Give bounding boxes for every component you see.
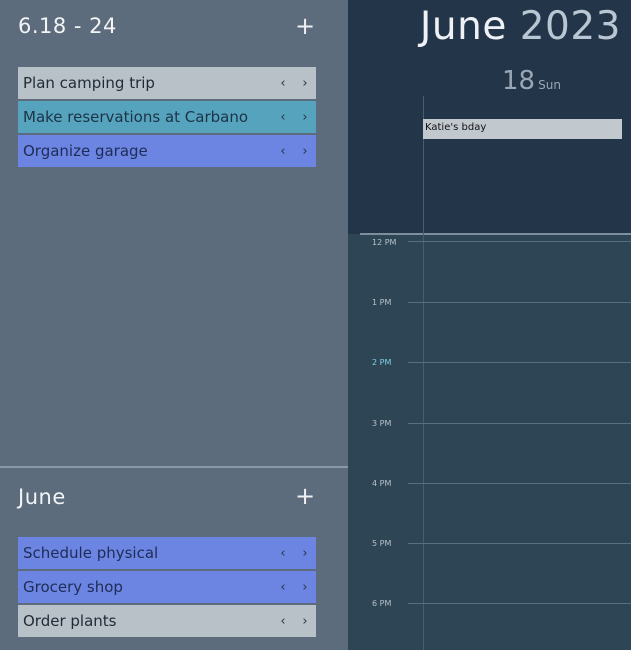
chevron-right-icon[interactable]: › bbox=[294, 76, 316, 91]
month-title: June bbox=[18, 485, 66, 509]
hour-line bbox=[408, 302, 631, 303]
task-label: Organize garage bbox=[23, 142, 148, 160]
task-item[interactable]: Order plants ‹ › bbox=[18, 605, 316, 637]
hour-line bbox=[408, 423, 631, 424]
add-month-task-button[interactable]: + bbox=[291, 482, 319, 510]
time-label: 12 PM bbox=[372, 238, 397, 247]
chevron-right-icon[interactable]: › bbox=[294, 110, 316, 125]
all-day-event[interactable]: Katie's bday bbox=[423, 119, 622, 139]
task-item[interactable]: Organize garage ‹ › bbox=[18, 135, 316, 167]
chevron-left-icon[interactable]: ‹ bbox=[272, 614, 294, 629]
chevron-right-icon[interactable]: › bbox=[294, 144, 316, 159]
task-label: Order plants bbox=[23, 612, 117, 630]
task-item[interactable]: Grocery shop ‹ › bbox=[18, 571, 316, 603]
day-name: Sun bbox=[538, 78, 561, 92]
chevron-left-icon[interactable]: ‹ bbox=[272, 144, 294, 159]
day-number: 18 bbox=[502, 66, 536, 96]
time-label: 3 PM bbox=[372, 419, 392, 428]
current-time-label: 2 PM bbox=[372, 358, 392, 367]
task-item[interactable]: Make reservations at Carbano ‹ › bbox=[18, 101, 316, 133]
time-label: 6 PM bbox=[372, 599, 392, 608]
day-header[interactable]: 18 Sun bbox=[502, 66, 561, 96]
add-week-task-button[interactable]: + bbox=[291, 12, 319, 40]
hour-line bbox=[408, 362, 631, 363]
task-label: Schedule physical bbox=[23, 544, 159, 562]
chevron-left-icon[interactable]: ‹ bbox=[272, 580, 294, 595]
task-label: Plan camping trip bbox=[23, 74, 155, 92]
task-sidebar: 6.18 - 24 + Plan camping trip ‹ › Make r… bbox=[0, 0, 348, 650]
hour-line bbox=[408, 241, 631, 242]
task-label: Grocery shop bbox=[23, 578, 123, 596]
calendar-year: 2023 bbox=[519, 4, 621, 49]
hour-line bbox=[408, 483, 631, 484]
calendar-month-year: June 2023 bbox=[420, 4, 621, 49]
time-label: 1 PM bbox=[372, 298, 392, 307]
all-day-separator bbox=[360, 233, 631, 235]
time-grid[interactable] bbox=[348, 234, 631, 650]
time-label: 4 PM bbox=[372, 479, 392, 488]
chevron-right-icon[interactable]: › bbox=[294, 614, 316, 629]
time-label: 5 PM bbox=[372, 539, 392, 548]
day-column-line bbox=[423, 96, 424, 650]
chevron-left-icon[interactable]: ‹ bbox=[272, 110, 294, 125]
task-item[interactable]: Plan camping trip ‹ › bbox=[18, 67, 316, 99]
chevron-right-icon[interactable]: › bbox=[294, 546, 316, 561]
calendar-month: June bbox=[419, 4, 507, 49]
hour-line bbox=[408, 543, 631, 544]
section-divider bbox=[0, 466, 348, 468]
chevron-left-icon[interactable]: ‹ bbox=[272, 76, 294, 91]
task-item[interactable]: Schedule physical ‹ › bbox=[18, 537, 316, 569]
chevron-left-icon[interactable]: ‹ bbox=[272, 546, 294, 561]
task-label: Make reservations at Carbano bbox=[23, 108, 249, 126]
week-range-title: 6.18 - 24 bbox=[18, 14, 117, 38]
hour-line bbox=[408, 603, 631, 604]
chevron-right-icon[interactable]: › bbox=[294, 580, 316, 595]
